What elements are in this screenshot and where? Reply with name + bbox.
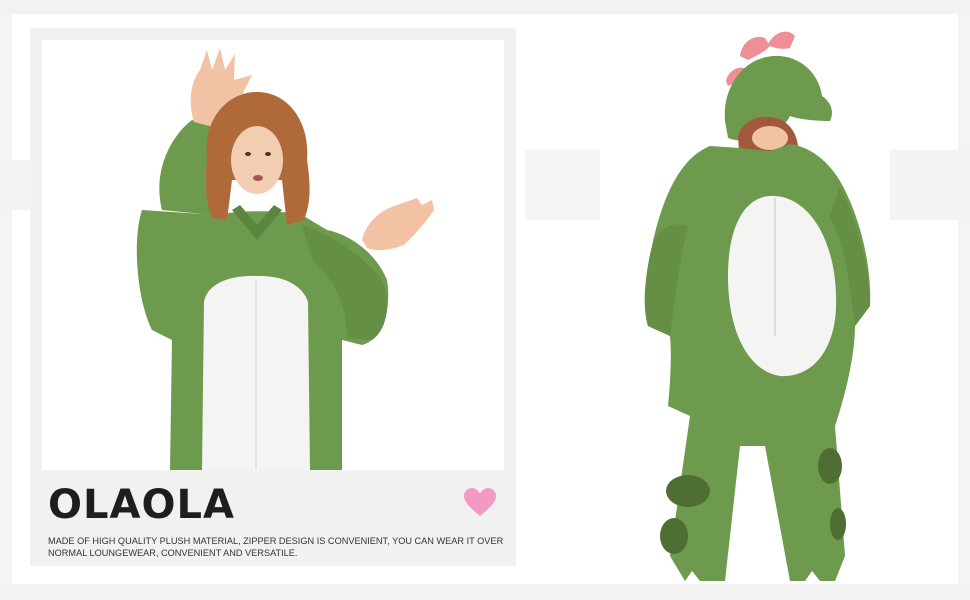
model-left-illustration [136, 48, 434, 470]
brand-title: OLAOLA [48, 482, 235, 528]
product-description: MADE OF HIGH QUALITY PLUSH MATERIAL, ZIP… [48, 536, 504, 558]
product-photo-model-left [42, 40, 504, 470]
product-photo-model-right [644, 31, 871, 581]
heart-icon [464, 488, 496, 516]
